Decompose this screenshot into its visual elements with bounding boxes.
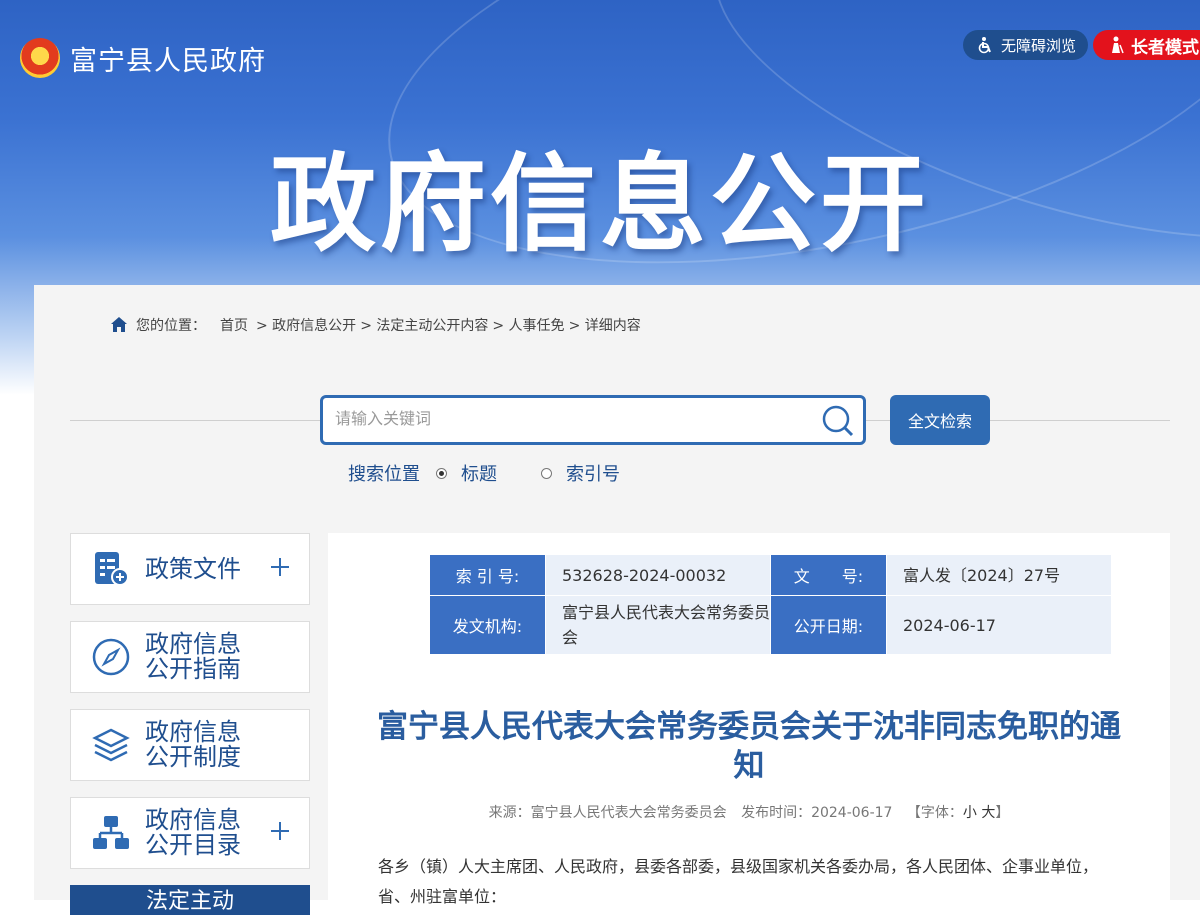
article-publish-time: 发布时间：2024-06-17 (741, 805, 893, 821)
article-info: 来源：富宁县人民代表大会常务委员会 发布时间：2024-06-17 【字体：小 … (368, 802, 1130, 822)
policy-document-icon (91, 549, 131, 589)
elder-mode-button[interactable]: 长者模式 (1093, 30, 1200, 60)
layers-icon (91, 725, 131, 765)
full-text-search-button[interactable]: 全文检索 (890, 395, 990, 445)
expand-plus-icon[interactable] (269, 556, 291, 578)
sidebar-item-disclosure-guide[interactable]: 政府信息 公开指南 (70, 621, 310, 693)
meta-index-label: 索 引 号: (429, 554, 546, 596)
meta-issuer-value: 富宁县人民代表大会常务委员会 (545, 595, 771, 655)
expand-plus-icon[interactable] (269, 820, 291, 842)
elder-icon (1107, 36, 1125, 54)
elder-mode-label: 长者模式 (1131, 37, 1199, 58)
search-scope: 搜索位置 标题 索引号 (348, 460, 620, 486)
label-line: 政府信息 (145, 806, 241, 834)
sidebar-item-policy-documents[interactable]: 政策文件 (70, 533, 310, 605)
meta-date-value: 2024-06-17 (886, 595, 1112, 655)
search-box (320, 395, 866, 445)
search-icon[interactable] (821, 404, 855, 438)
body-line: 各乡（镇）人大主席团、人民政府，县委各部委，县级国家机关各委办局，各人民团体、企… (378, 857, 1099, 876)
site-name: 富宁县人民政府 (70, 45, 266, 77)
radio-index-label[interactable]: 索引号 (566, 460, 620, 486)
sidebar-item-disclosure-system[interactable]: 政府信息 公开制度 (70, 709, 310, 781)
label-line: 政府信息 (145, 718, 241, 746)
font-small-link[interactable]: 小 (963, 805, 977, 821)
sidebar-item-label: 政府信息 公开指南 (145, 632, 241, 682)
breadcrumb-link[interactable]: > 政府信息公开 (256, 315, 356, 335)
meta-docno-value: 富人发〔2024〕27号 (886, 554, 1112, 596)
meta-index-value: 532628-2024-00032 (545, 554, 771, 596)
breadcrumb-link[interactable]: > 人事任免 (492, 315, 564, 335)
label-line: 公开制度 (145, 743, 241, 771)
national-emblem-icon (20, 38, 60, 78)
font-size-close: 】 (995, 805, 1010, 821)
article-title: 富宁县人民代表大会常务委员会关于沈非同志免职的通知 (377, 709, 1121, 784)
article-body: 各乡（镇）人大主席团、人民政府，县委各部委，县级国家机关各委办局，各人民团体、企… (378, 852, 1108, 912)
label-line: 公开目录 (145, 831, 241, 859)
breadcrumb-link[interactable]: > 法定主动公开内容 (360, 315, 488, 335)
compass-icon (91, 637, 131, 677)
hero-title: 政府信息公开 (270, 143, 930, 266)
accessibility-icon (977, 36, 995, 54)
meta-date-label: 公开日期: (770, 595, 887, 655)
breadcrumb-current[interactable]: > 详细内容 (569, 315, 641, 335)
font-large-link[interactable]: 大 (981, 805, 995, 821)
radio-title-label[interactable]: 标题 (461, 460, 497, 486)
label-line: 政府信息 (145, 630, 241, 658)
article-source: 来源：富宁县人民代表大会常务委员会 (488, 805, 727, 821)
site-logo[interactable]: 富宁县人民政府 (20, 38, 266, 78)
search-input[interactable] (323, 398, 817, 442)
home-icon (110, 316, 128, 334)
breadcrumb: 您的位置： 首页 > 政府信息公开 > 法定主动公开内容 > 人事任免 > 详细… (110, 315, 645, 335)
accessibility-label: 无障碍浏览 (1001, 36, 1077, 55)
sidebar-item-label: 政府信息 公开目录 (145, 808, 241, 858)
sidebar-item-label: 政府信息 公开制度 (145, 720, 241, 770)
search-scope-label: 搜索位置 (348, 464, 420, 485)
meta-docno-label: 文 号: (770, 554, 887, 596)
breadcrumb-home-link[interactable]: 首页 (220, 315, 248, 335)
document-meta-table: 索 引 号: 532628-2024-00032 文 号: 富人发〔2024〕2… (429, 554, 1112, 655)
accessibility-button[interactable]: 无障碍浏览 (963, 30, 1088, 60)
body-line: 省、州驻富单位： (378, 887, 507, 906)
font-size-label: 【字体： (906, 805, 963, 821)
sidebar-item-disclosure-catalog[interactable]: 政府信息 公开目录 (70, 797, 310, 869)
radio-index[interactable] (541, 467, 552, 479)
meta-issuer-label: 发文机构: (429, 595, 546, 655)
sidebar-item-active[interactable]: 法定主动 (70, 885, 310, 915)
sidebar-item-label: 政策文件 (145, 554, 241, 583)
org-chart-icon (91, 813, 131, 853)
radio-title[interactable] (436, 467, 447, 479)
label-line: 公开指南 (145, 655, 241, 683)
breadcrumb-prefix: 您的位置： (136, 318, 206, 334)
